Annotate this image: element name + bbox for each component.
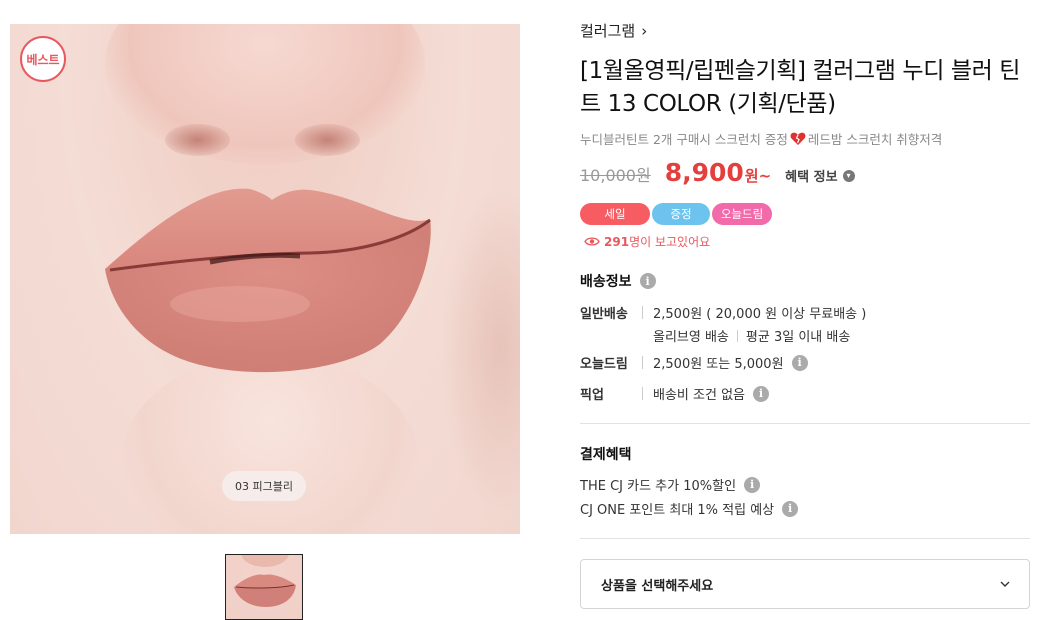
broken-heart-icon — [790, 132, 806, 145]
promo-text: 누디블러틴트 2개 구매시 스크런치 증정 레드밤 스크런치 취향저격 — [580, 129, 942, 148]
payment-section-title: 결제혜택 — [580, 444, 632, 464]
benefit-info-button[interactable]: 혜택 정보 ▾ — [785, 166, 855, 185]
payment-benefit-line: CJ ONE 포인트 최대 1% 적립 예상 i — [580, 499, 799, 518]
shipping-label: 픽업 — [580, 388, 604, 403]
product-main-image: 베스트 03 피그블리 — [10, 24, 520, 534]
divider — [642, 306, 643, 319]
eye-icon — [584, 237, 600, 246]
payment-benefit-text: CJ ONE 포인트 최대 1% 적립 예상 — [580, 503, 775, 518]
chevron-down-icon — [1000, 581, 1010, 587]
shipping-row-today: 오늘드림 2,500원 또는 5,000원 i — [580, 353, 808, 372]
lips-illustration — [105, 188, 431, 373]
shipping-value: 배송비 조건 없음 — [653, 388, 745, 403]
original-price: 10,000원 — [580, 166, 651, 185]
best-badge: 베스트 — [20, 36, 66, 82]
promo-text-before: 누디블러틴트 2개 구매시 스크런치 증정 — [580, 132, 788, 147]
payment-benefit-line: THE CJ 카드 추가 10%할인 i — [580, 475, 761, 494]
gift-flag: 증정 — [652, 203, 710, 225]
shipping-label: 오늘드림 — [580, 357, 628, 372]
chevron-right-icon: › — [641, 21, 648, 40]
info-icon[interactable]: i — [753, 385, 769, 402]
today-delivery-flag: 오늘드림 — [712, 203, 772, 225]
sale-price: 8,900 — [664, 158, 744, 187]
shipping-value: 2,500원 또는 5,000원 — [653, 357, 784, 372]
shipping-row-pickup: 픽업 배송비 조건 없음 i — [580, 384, 769, 403]
option-select[interactable]: 상품을 선택해주세요 — [580, 559, 1030, 609]
viewers-indicator: 291명이 보고있어요 — [584, 233, 710, 250]
shipping-title: 배송정보 — [580, 274, 632, 290]
shipping-carrier: 올리브영 배송 — [653, 330, 729, 345]
info-icon[interactable]: i — [639, 273, 656, 289]
viewers-text: 명이 보고있어요 — [629, 235, 711, 249]
chevron-down-circle-icon: ▾ — [842, 169, 855, 182]
payment-title: 결제혜택 — [580, 447, 632, 463]
product-flags: 세일 증정 오늘드림 — [580, 203, 772, 225]
sale-flag: 세일 — [580, 203, 650, 225]
info-icon[interactable]: i — [782, 500, 799, 517]
color-name-chip: 03 피그블리 — [222, 471, 306, 501]
sale-price-suffix: 원~ — [744, 167, 772, 185]
info-icon[interactable]: i — [744, 476, 761, 493]
thumbnail-lips-illustration — [234, 555, 296, 607]
viewers-count: 291 — [604, 235, 630, 249]
section-divider — [580, 538, 1030, 539]
shipping-value: 2,500원 ( 20,000 원 이상 무료배송 ) — [653, 307, 867, 322]
shipping-eta: 평균 3일 이내 배송 — [745, 330, 851, 345]
product-title: [1월올영픽/립펜슬기획] 컬러그램 누디 블러 틴트 13 COLOR (기획… — [580, 58, 1021, 117]
promo-text-after: 레드밤 스크런치 취향저격 — [807, 132, 943, 147]
thumbnail-image[interactable] — [225, 554, 303, 620]
brand-link[interactable]: 컬러그램 › — [580, 20, 647, 41]
brand-name: 컬러그램 — [580, 22, 636, 40]
divider — [642, 387, 643, 400]
benefit-info-label: 혜택 정보 — [785, 170, 838, 185]
info-icon[interactable]: i — [791, 354, 808, 371]
payment-benefit-text: THE CJ 카드 추가 10%할인 — [580, 479, 737, 494]
section-divider — [580, 423, 1030, 424]
divider — [736, 329, 738, 342]
option-select-placeholder: 상품을 선택해주세요 — [601, 578, 714, 594]
shipping-section-title: 배송정보 i — [580, 271, 656, 291]
price-row: 10,000원 8,900 원~ 혜택 정보 ▾ — [580, 158, 855, 187]
shipping-label: 일반배송 — [580, 307, 628, 322]
divider — [642, 356, 643, 369]
shipping-row-standard: 일반배송 2,500원 ( 20,000 원 이상 무료배송 ) 올리브영 배송… — [580, 303, 866, 345]
